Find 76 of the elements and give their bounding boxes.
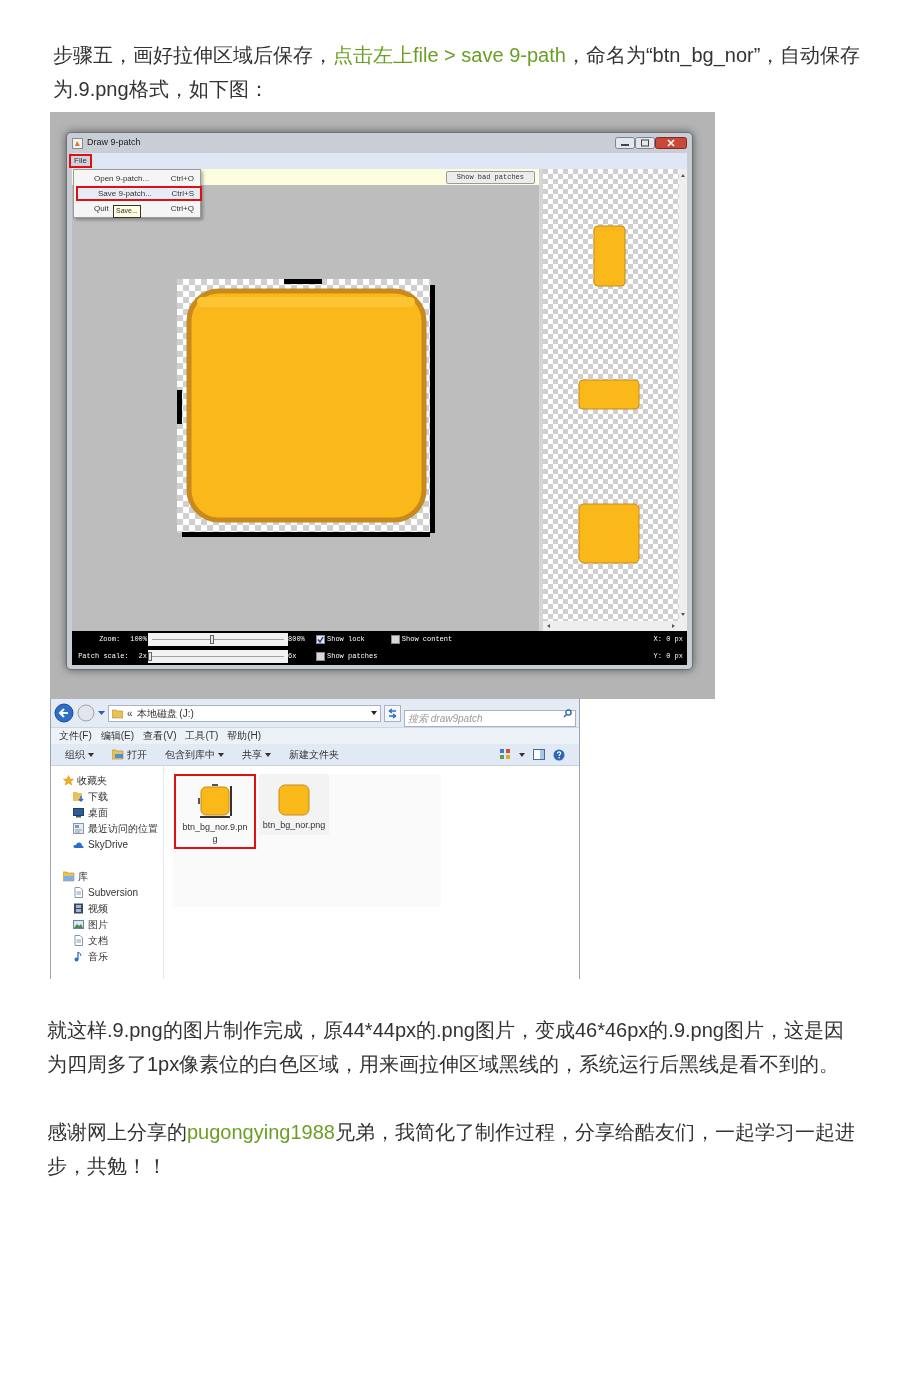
shortcut-label: Ctrl+S [171,187,194,200]
toolbar-button[interactable]: 包含到库中 [165,747,224,762]
search-icon [563,708,572,718]
paragraph: 就这样.9.png的图片制作完成，原44*44px的.png图片，变成46*46px的.9.png图片，这是因为四周多了1px像素位的白色区域，用来画拉伸区域黑线的，系统运行后黑线是看不到的。 [47,1018,845,1077]
menu-item[interactable]: File [69,154,92,168]
shortcut-label: Ctrl+O [170,172,194,185]
app-icon [72,137,83,149]
slider-thumb[interactable] [209,635,214,644]
nav-item[interactable]: 桌面 [73,804,108,820]
help-icon[interactable] [553,748,565,761]
nav-item[interactable]: 下载 [73,788,108,804]
film-icon [73,902,84,914]
nav-item[interactable]: 图片 [73,916,108,932]
nav-item[interactable]: Subversion [73,884,139,900]
toolbar-button[interactable]: 打开 [112,747,147,762]
paragraph: 感谢网上分享的pugongying1988兄弟，我简化了制作过程，分享给酷友们，一起学习一起进步，共勉！！ [47,1120,856,1179]
nav-item[interactable]: SkyDrive [73,836,128,852]
menu-item[interactable]: 文件(F) [59,730,92,742]
image-thumbnail-tile[interactable]: btn_bg_nor.png [259,774,329,835]
menu-item[interactable]: 查看(V) [143,730,177,742]
library-folder-icon [63,870,75,882]
recent-places-icon [73,822,84,834]
caret-icon[interactable] [519,752,525,757]
menu-item[interactable]: Open 9-patch... Ctrl+O [74,171,200,186]
document-icon [73,934,84,946]
folder-icon [112,707,123,719]
toolbar-button[interactable]: 组织 [65,747,94,762]
slider[interactable] [148,650,288,663]
checkbox[interactable] [390,635,400,644]
image-thumbnail-tile[interactable]: btn_bg_nor.9.png [174,774,256,849]
caret-icon [218,752,224,757]
back-button-icon[interactable] [54,703,74,723]
nav-group[interactable]: 库 [63,868,88,884]
slider[interactable] [148,633,288,646]
menu-item[interactable]: 编辑(E) [100,730,135,742]
menu-item-label: Save 9-patch... [98,187,152,200]
view-options-icon[interactable] [500,749,511,760]
slider-thumb[interactable] [148,652,152,661]
caret-icon [88,752,94,757]
checkbox[interactable] [316,635,325,644]
shortcut-label: Ctrl+Q [170,202,194,215]
search-field[interactable]: 搜索 draw9patch [404,709,576,727]
image-thumbnail-icon [198,784,232,818]
document-icon [73,886,84,898]
breadcrumb-item[interactable]: 本地磁盘 (J:) [136,705,194,721]
maximize-icon[interactable] [635,137,655,149]
toolbar-button[interactable]: 新建文件夹 [289,747,339,762]
minimize-icon[interactable] [615,137,635,149]
menu-item[interactable]: 工具(T) [185,730,219,742]
download-folder-icon [73,790,84,802]
paragraph: 步骤五，画好拉伸区域后保存，点击左上file > save 9-path，命名为“btn_bg_nor”，自动保存为.9.png格式，如下图： [52,43,862,102]
nav-group[interactable]: 收藏夹 [63,772,107,788]
close-icon[interactable] [655,137,687,149]
nav-item[interactable]: 最近访问的位置 [73,820,158,836]
nav-item[interactable]: 视频 [73,900,108,916]
picture-icon [73,918,84,930]
breadcrumb-chevron: « [127,706,133,721]
menu-item-label: Quit [94,202,109,215]
address-bar[interactable]: « 本地磁盘 (J:) [108,704,381,722]
checkbox[interactable] [316,652,325,661]
menu-item[interactable]: Save 9-patch... Ctrl+S [76,186,202,201]
toolbar-button[interactable]: 共享 [242,747,271,762]
caret-icon [265,752,271,757]
folder-icon [112,749,124,760]
refresh-icon[interactable] [384,704,401,722]
menu-item-label: Open 9-patch... [94,172,150,185]
preview-pane-icon[interactable] [533,749,545,760]
menu-item[interactable]: 帮助(H) [227,730,262,742]
window-title: Draw 9-patch [87,136,141,150]
image-thumbnail-icon [278,784,310,816]
star-icon [63,774,74,786]
nav-item[interactable]: 音乐 [73,948,108,964]
nav-item[interactable]: 文档 [73,932,108,948]
monitor-icon [73,806,84,818]
caret-icon[interactable] [371,711,377,715]
music-note-icon [73,950,84,962]
